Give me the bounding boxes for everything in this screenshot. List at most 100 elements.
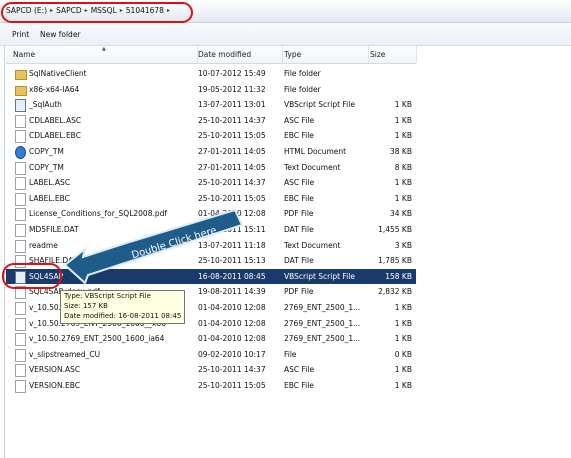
file-type: DAT File xyxy=(284,224,314,234)
tooltip-size: Size: 157 KB xyxy=(64,302,108,310)
file-row[interactable]: LABEL.EBC 25-10-2011 15:05 EBC File 1 KB xyxy=(6,191,416,207)
file-name: CDLABEL.EBC xyxy=(29,131,81,141)
file-type: EBC File xyxy=(284,193,314,203)
file-type: File xyxy=(284,349,297,359)
file-date: 01-04-2010 12:08 xyxy=(198,318,266,328)
file-name: LABEL.ASC xyxy=(29,178,71,188)
file-name: VERSION.ASC xyxy=(29,365,81,375)
file-type: File folder xyxy=(284,84,321,94)
html-icon xyxy=(15,145,26,159)
file-date: 13-07-2011 13:01 xyxy=(198,100,266,110)
toolbar: Print New folder xyxy=(0,23,571,46)
file-name: LABEL.EBC xyxy=(29,193,70,203)
file-name: COPY_TM xyxy=(29,146,64,156)
file-icon xyxy=(15,223,26,237)
file-date: 01-04-2010 12:08 xyxy=(198,334,266,344)
file-type: PDF File xyxy=(284,209,314,219)
file-size: 1 KB xyxy=(394,380,412,390)
file-row[interactable]: VERSION.EBC 25-10-2011 15:05 EBC File 1 KB xyxy=(6,378,416,394)
file-size: 1 KB xyxy=(394,193,412,203)
file-type: EBC File xyxy=(284,380,314,390)
file-date: 25-10-2011 14:37 xyxy=(198,178,266,188)
file-type: ASC File xyxy=(284,115,315,125)
tooltip-date: Date modified: 16-08-2011 08:45 xyxy=(64,312,182,320)
file-type: VBScript Script File xyxy=(284,271,355,281)
print-button[interactable]: Print xyxy=(12,30,29,39)
file-size: 1 KB xyxy=(394,100,412,110)
file-icon xyxy=(15,130,26,144)
address-bar[interactable]: SAPCD (E:) ▸ SAPCD ▸ MSSQL ▸ 51041678 ▸ xyxy=(0,0,571,23)
file-icon xyxy=(15,301,26,315)
file-type: PDF File xyxy=(284,287,314,297)
file-row[interactable]: v_slipstreamed_CU 09-02-2010 10:17 File 0 K… xyxy=(6,347,416,363)
file-icon xyxy=(15,208,26,222)
file-icon xyxy=(15,192,26,206)
file-size: 1 KB xyxy=(394,178,412,188)
file-type: Text Document xyxy=(284,240,341,250)
file-type: 2769_ENT_2500_1... xyxy=(284,334,361,344)
new-folder-button[interactable]: New folder xyxy=(40,30,81,39)
file-date: 25-10-2011 15:05 xyxy=(198,380,266,390)
folder-icon xyxy=(15,70,27,80)
column-type[interactable]: Type xyxy=(282,46,369,63)
file-size: 8 KB xyxy=(394,162,412,172)
sort-indicator-icon: ▲ xyxy=(102,46,106,52)
column-date[interactable]: Date modified xyxy=(196,46,283,63)
file-date: 25-10-2011 15:05 xyxy=(198,131,266,141)
file-size: 1 KB xyxy=(394,302,412,312)
file-date: 10-07-2012 15:49 xyxy=(198,69,266,78)
file-row[interactable]: v_10.50.2769_ENT_2500_1600_ia64 01-04-201… xyxy=(6,331,416,347)
highlight-oval xyxy=(2,263,62,289)
file-date: 19-08-2011 14:39 xyxy=(198,287,266,297)
file-icon xyxy=(15,379,26,393)
file-date: 25-10-2011 14:37 xyxy=(198,365,266,375)
file-date: 09-02-2010 10:17 xyxy=(198,349,266,359)
file-size: 1 KB xyxy=(394,131,412,141)
file-type: File folder xyxy=(284,69,321,78)
file-icon xyxy=(15,333,26,347)
file-row[interactable]: _SqlAuth 13-07-2011 13:01 VBScript Script … xyxy=(6,97,416,113)
tooltip-type: Type: VBScript Script File xyxy=(64,292,151,300)
file-icon xyxy=(15,177,26,191)
file-date: 25-10-2011 15:05 xyxy=(198,193,266,203)
file-icon xyxy=(15,239,26,253)
column-header: Name ▲ Date modified Type Size xyxy=(6,46,417,64)
file-row[interactable]: x86-x64-IA64 19-05-2012 11:32 File folder xyxy=(6,82,416,98)
file-date: 25-10-2011 14:37 xyxy=(198,115,266,125)
file-size: 38 KB xyxy=(390,146,412,156)
file-row[interactable]: LABEL.ASC 25-10-2011 14:37 ASC File 1 KB xyxy=(6,175,416,191)
file-name: CDLABEL.ASC xyxy=(29,115,82,125)
file-row[interactable]: CDLABEL.ASC 25-10-2011 14:37 ASC File 1 KB xyxy=(6,113,416,129)
file-type: ASC File xyxy=(284,365,315,375)
file-row[interactable]: COPY_TM 27-01-2011 14:05 Text Document 8 KB xyxy=(6,160,416,176)
file-name: SqlNativeClient xyxy=(29,69,87,78)
file-row[interactable]: CDLABEL.EBC 25-10-2011 15:05 EBC File 1 KB xyxy=(6,128,416,144)
file-size: 1 KB xyxy=(394,115,412,125)
file-type: ASC File xyxy=(284,178,315,188)
file-date: 27-01-2011 14:05 xyxy=(198,162,266,172)
file-type: HTML Document xyxy=(284,146,347,156)
file-type: 2769_ENT_2500_1... xyxy=(284,302,361,312)
file-type: Text Document xyxy=(284,162,341,172)
file-type: VBScript Script File xyxy=(284,100,355,110)
file-date: 19-05-2012 11:32 xyxy=(198,84,266,94)
file-type: 2769_ENT_2500_1... xyxy=(284,318,361,328)
file-size: 1,785 KB xyxy=(378,256,412,266)
column-size[interactable]: Size xyxy=(368,46,417,63)
file-name: x86-x64-IA64 xyxy=(29,84,80,94)
file-icon xyxy=(15,317,26,331)
file-name: v_10.50.2769_ENT_2500_1600_ia64 xyxy=(29,334,165,344)
callout-arrow: Double Click here xyxy=(63,208,244,285)
file-row[interactable]: SqlNativeClient 10-07-2012 15:49 File fold… xyxy=(6,66,416,82)
file-size: 0 KB xyxy=(394,349,412,359)
file-type: EBC File xyxy=(284,131,314,141)
file-icon xyxy=(15,364,26,378)
file-row[interactable]: COPY_TM 27-01-2011 14:05 HTML Document 38 K… xyxy=(6,144,416,160)
file-name: v_slipstreamed_CU xyxy=(29,349,101,359)
file-name: readme xyxy=(29,240,58,250)
file-date: 27-01-2011 14:05 xyxy=(198,146,266,156)
file-row[interactable]: VERSION.ASC 25-10-2011 14:37 ASC File 1 KB xyxy=(6,362,416,378)
file-size: 3 KB xyxy=(394,240,412,250)
file-size: 1 KB xyxy=(394,334,412,344)
file-size: 1 KB xyxy=(394,365,412,375)
